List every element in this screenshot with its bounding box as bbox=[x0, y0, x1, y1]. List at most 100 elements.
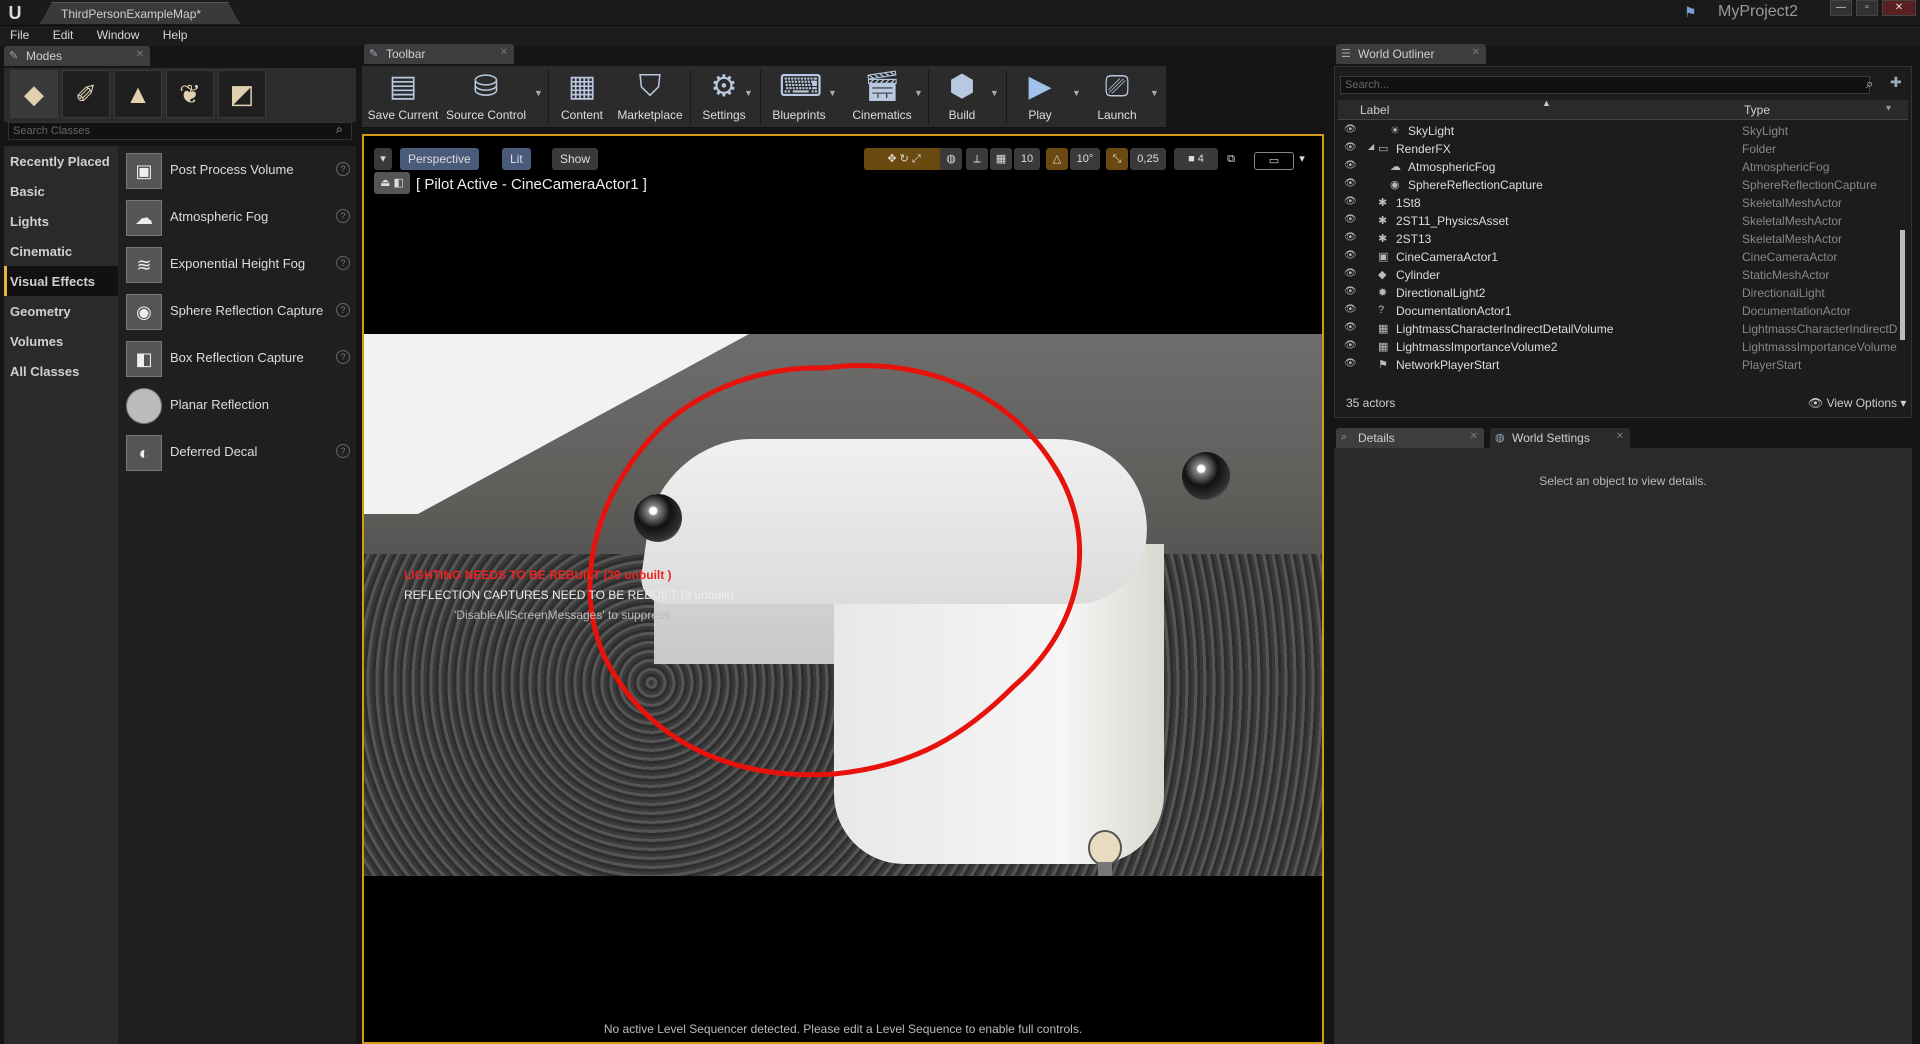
reflection-sphere-icon[interactable] bbox=[1182, 452, 1230, 500]
chevron-down-icon[interactable]: ▼ bbox=[914, 88, 923, 98]
table-row[interactable]: 👁︎ ⚑ NetworkPlayerStart PlayerStart bbox=[1338, 356, 1908, 374]
close-icon[interactable]: ✕ bbox=[1616, 431, 1624, 442]
menu-help[interactable]: Help bbox=[153, 26, 198, 44]
category-volumes[interactable]: Volumes bbox=[4, 326, 118, 356]
grid-snap-value[interactable]: 10 bbox=[1014, 148, 1040, 170]
chevron-down-icon[interactable]: ▼ bbox=[744, 88, 753, 98]
visibility-eye-icon[interactable]: 👁︎ bbox=[1344, 232, 1357, 243]
category-recently-placed[interactable]: Recently Placed bbox=[4, 146, 118, 176]
rotation-snap-value[interactable]: 10° bbox=[1070, 148, 1100, 170]
landscape-mode-icon[interactable]: ▲ bbox=[114, 70, 162, 118]
table-row[interactable]: 👁︎ ▦ LightmassImportanceVolume2 LightmassIm… bbox=[1338, 338, 1908, 356]
tab-world-outliner[interactable]: ☰ World Outliner ✕ bbox=[1336, 44, 1486, 64]
source-control-button[interactable]: ⛁ Source Control bbox=[446, 68, 526, 126]
close-icon[interactable]: ✕ bbox=[1472, 47, 1480, 58]
surface-snap-icon[interactable]: ⟂ bbox=[966, 148, 988, 170]
table-row[interactable]: 👁︎ ▦ LightmassCharacterIndirectDetailVolum… bbox=[1338, 320, 1908, 338]
save-current-button[interactable]: ▤ Save Current bbox=[364, 68, 442, 126]
category-cinematic[interactable]: Cinematic bbox=[4, 236, 118, 266]
minimize-icon[interactable]: — bbox=[1830, 0, 1852, 16]
add-icon[interactable]: ✚ bbox=[1890, 74, 1902, 91]
visibility-eye-icon[interactable]: 👁︎ bbox=[1344, 268, 1357, 279]
chevron-down-icon[interactable]: ▼ bbox=[1150, 88, 1159, 98]
foliage-mode-icon[interactable]: ❦ bbox=[166, 70, 214, 118]
list-item[interactable]: ≋ Exponential Height Fog ? bbox=[126, 244, 352, 284]
column-label[interactable]: Label bbox=[1360, 103, 1389, 117]
tab-toolbar[interactable]: ✎ Toolbar ✕ bbox=[364, 44, 514, 64]
help-icon[interactable]: ? bbox=[336, 303, 350, 317]
layout-icon[interactable]: ▭ bbox=[1254, 152, 1294, 170]
cinematics-button[interactable]: 🎬︎ Cinematics bbox=[844, 68, 920, 126]
geometry-mode-icon[interactable]: ◩ bbox=[218, 70, 266, 118]
help-icon[interactable]: ? bbox=[336, 162, 350, 176]
perspective-button[interactable]: Perspective bbox=[400, 148, 479, 170]
viewport-options-button[interactable]: ▾ bbox=[374, 148, 392, 170]
expand-arrow-icon[interactable]: ◢ bbox=[1368, 142, 1374, 151]
menu-edit[interactable]: Edit bbox=[43, 26, 84, 44]
maximize-icon[interactable]: ▫ bbox=[1856, 0, 1878, 16]
rotation-snap-icon[interactable]: △ bbox=[1046, 148, 1068, 170]
table-row[interactable]: 👁︎ ☁ AtmosphericFog AtmosphericFog bbox=[1338, 158, 1908, 176]
play-button[interactable]: ▶ Play bbox=[1010, 68, 1070, 126]
table-row[interactable]: 👁︎ ✱ 1St8 SkeletalMeshActor bbox=[1338, 194, 1908, 212]
search-classes-input[interactable]: Search Classes bbox=[8, 122, 352, 140]
scale-snap-value[interactable]: 0,25 bbox=[1130, 148, 1166, 170]
list-item[interactable]: Planar Reflection bbox=[126, 385, 352, 425]
blueprints-button[interactable]: ⌨ Blueprints bbox=[764, 68, 834, 126]
visibility-eye-icon[interactable]: 👁︎ bbox=[1344, 286, 1357, 297]
category-lights[interactable]: Lights bbox=[4, 206, 118, 236]
menu-file[interactable]: File bbox=[0, 26, 39, 44]
help-icon[interactable]: ? bbox=[336, 256, 350, 270]
visibility-eye-icon[interactable]: 👁︎ bbox=[1344, 196, 1357, 207]
table-row[interactable]: 👁︎ ◉ SphereReflectionCapture SphereReflecti… bbox=[1338, 176, 1908, 194]
chevron-down-icon[interactable]: ▾ bbox=[1886, 103, 1891, 114]
tab-details[interactable]: ⌕ Details ✕ bbox=[1336, 428, 1484, 448]
level-viewport[interactable]: LIGHTING NEEDS TO BE REBUILT (39 unbuilt… bbox=[362, 134, 1324, 1044]
visibility-eye-icon[interactable]: 👁︎ bbox=[1344, 160, 1357, 171]
launch-button[interactable]: ⎚ Launch bbox=[1086, 68, 1148, 126]
table-row[interactable]: 👁︎ ✱ 2ST13 SkeletalMeshActor bbox=[1338, 230, 1908, 248]
category-basic[interactable]: Basic bbox=[4, 176, 118, 206]
visibility-eye-icon[interactable]: 👁︎ bbox=[1344, 178, 1357, 189]
chevron-down-icon[interactable]: ▾ bbox=[1296, 148, 1308, 170]
view-options-button[interactable]: 👁︎ View Options ▾ bbox=[1808, 396, 1906, 410]
close-icon[interactable]: ✕ bbox=[136, 49, 144, 60]
chevron-down-icon[interactable]: ▼ bbox=[534, 88, 543, 98]
visibility-eye-icon[interactable]: 👁︎ bbox=[1344, 250, 1357, 261]
list-item[interactable]: ▣ Post Process Volume ? bbox=[126, 150, 352, 190]
help-icon[interactable]: ? bbox=[336, 209, 350, 223]
feedback-icon[interactable]: ⚑ bbox=[1684, 4, 1704, 22]
close-icon[interactable]: ✕ bbox=[500, 47, 508, 58]
eject-icon[interactable]: ⏏ ◧ bbox=[374, 172, 410, 194]
document-tab[interactable]: ThirdPersonExampleMap* bbox=[40, 2, 240, 24]
transform-mode-icons[interactable]: ✥ ↻ ⤢ bbox=[864, 148, 944, 170]
list-item[interactable]: ◧ Box Reflection Capture ? bbox=[126, 338, 352, 378]
lit-button[interactable]: Lit bbox=[502, 148, 531, 170]
build-button[interactable]: ⬢ Build bbox=[932, 68, 992, 126]
table-row[interactable]: 👁︎ ✹ DirectionalLight2 DirectionalLight bbox=[1338, 284, 1908, 302]
tab-world-settings[interactable]: ◍ World Settings ✕ bbox=[1490, 428, 1630, 448]
restore-viewport-icon[interactable]: ⧉ bbox=[1222, 148, 1240, 170]
category-geometry[interactable]: Geometry bbox=[4, 296, 118, 326]
marketplace-button[interactable]: ⛉ Marketplace bbox=[614, 68, 686, 126]
paint-mode-icon[interactable]: ✐ bbox=[62, 70, 110, 118]
chevron-down-icon[interactable]: ▼ bbox=[828, 88, 837, 98]
show-button[interactable]: Show bbox=[552, 148, 599, 170]
visibility-eye-icon[interactable]: 👁︎ bbox=[1344, 340, 1357, 351]
close-icon[interactable]: ✕ bbox=[1882, 0, 1916, 16]
visibility-eye-icon[interactable]: 👁︎ bbox=[1344, 304, 1357, 315]
table-row[interactable]: 👁︎ ◢ ▭ RenderFX Folder bbox=[1338, 140, 1908, 158]
outliner-scrollbar[interactable] bbox=[1900, 230, 1905, 340]
world-local-icon[interactable]: ◍ bbox=[940, 148, 962, 170]
light-bulb-icon[interactable] bbox=[1086, 830, 1124, 882]
table-row[interactable]: 👁︎? DocumentationActor1 DocumentationActor bbox=[1338, 302, 1908, 320]
camera-speed-control[interactable]: ■ 4 bbox=[1174, 148, 1218, 170]
visibility-eye-icon[interactable]: 👁︎ bbox=[1344, 142, 1357, 153]
content-button[interactable]: ▦ Content bbox=[552, 68, 612, 126]
list-item[interactable]: ☁ Atmospheric Fog ? bbox=[126, 197, 352, 237]
scale-snap-icon[interactable]: ⤡ bbox=[1106, 148, 1128, 170]
table-row[interactable]: 👁︎ ✱ 2ST11_PhysicsAsset SkeletalMeshActor bbox=[1338, 212, 1908, 230]
table-row[interactable]: 👁︎ ▣ CineCameraActor1 CineCameraActor bbox=[1338, 248, 1908, 266]
help-icon[interactable]: ? bbox=[336, 350, 350, 364]
list-item[interactable]: ◐ Deferred Decal ? bbox=[126, 432, 352, 472]
